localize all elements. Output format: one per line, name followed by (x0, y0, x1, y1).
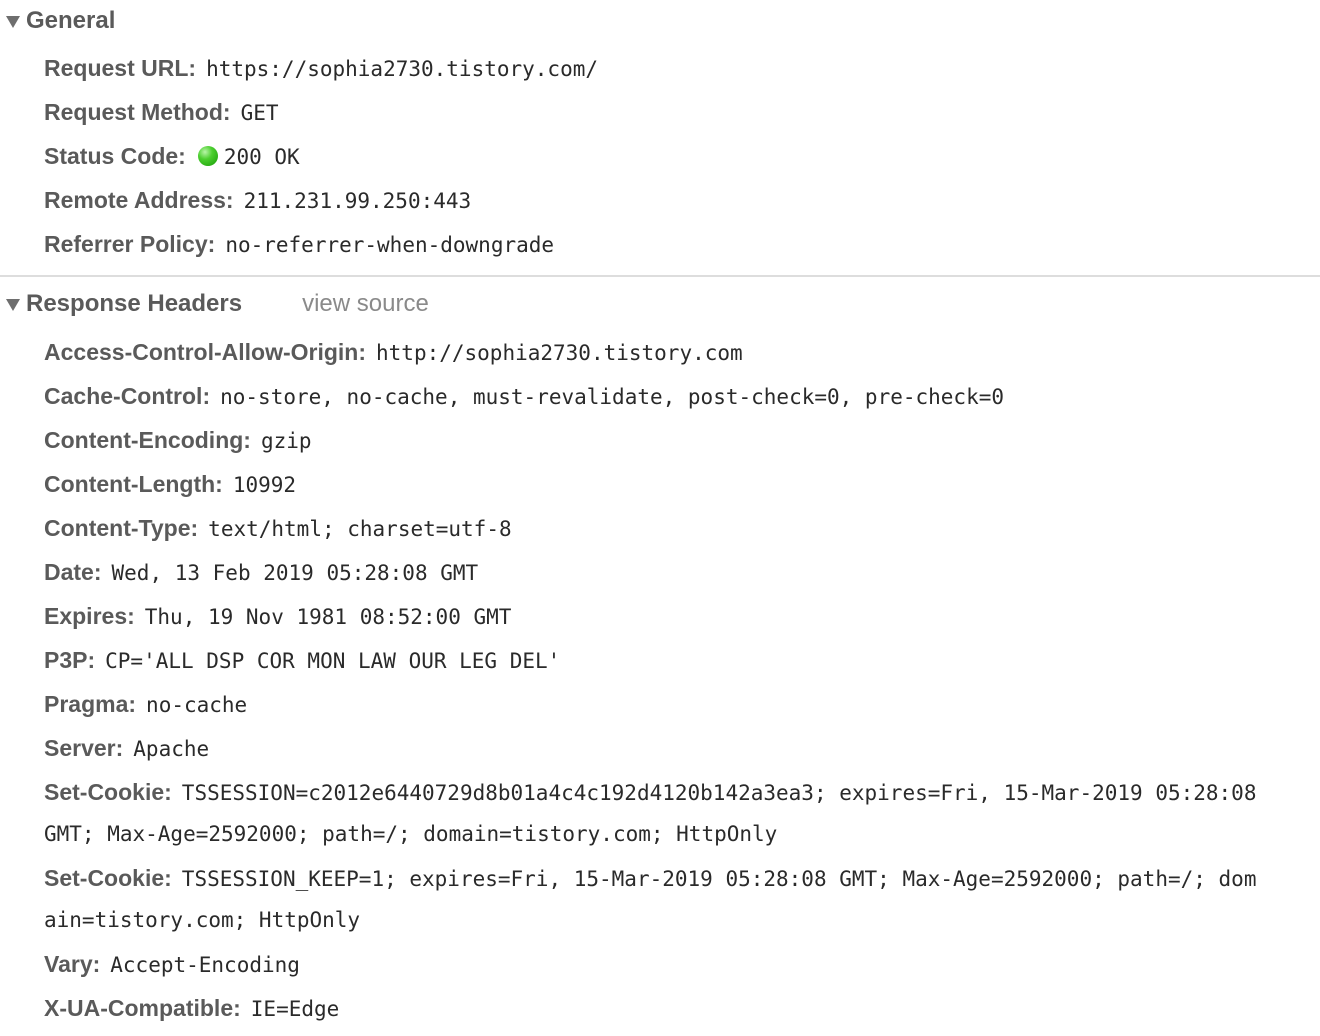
referrer-policy-value: no-referrer-when-downgrade (225, 233, 555, 257)
header-row: Content-Encoding: gzip (44, 425, 1320, 455)
view-source-link[interactable]: view source (302, 290, 429, 318)
header-value: CP='ALL DSP COR MON LAW OUR LEG DEL' (105, 649, 561, 673)
header-key: Expires: (44, 603, 135, 629)
header-key: Cache-Control: (44, 383, 211, 409)
general-title: General (26, 7, 116, 34)
request-url-key: Request URL: (44, 55, 197, 81)
header-value: TSSESSION=c2012e6440729d8b01a4c4c192d412… (181, 781, 1257, 805)
header-key: Set-Cookie: (44, 779, 172, 805)
header-key: Pragma: (44, 691, 137, 717)
request-url-value: https://sophia2730.tistory.com/ (206, 57, 598, 81)
remote-address-row: Remote Address: 211.231.99.250:443 (44, 185, 1320, 215)
header-value-continuation: GMT; Max-Age=2592000; path=/; domain=tis… (44, 819, 1320, 849)
expand-triangle-icon[interactable] (6, 16, 20, 28)
header-value-wrap: GMT; Max-Age=2592000; path=/; domain=tis… (44, 822, 778, 846)
header-key: Set-Cookie: (44, 865, 172, 891)
header-row: Server: Apache (44, 733, 1320, 763)
expand-triangle-icon[interactable] (6, 299, 20, 311)
response-headers-section-header[interactable]: Response Headers view source (6, 289, 429, 319)
header-row: Content-Type: text/html; charset=utf-8 (44, 513, 1320, 543)
header-value: no-store, no-cache, must-revalidate, pos… (220, 385, 1004, 409)
header-key: X-UA-Compatible: (44, 995, 241, 1021)
header-row: Access-Control-Allow-Origin: http://sophi… (44, 337, 1320, 367)
header-value: Apache (133, 737, 210, 761)
status-code-row: Status Code: 200 OK (44, 141, 1320, 171)
header-value: http://sophia2730.tistory.com (376, 341, 743, 365)
remote-address-key: Remote Address: (44, 187, 234, 213)
header-row: Set-Cookie: TSSESSION=c2012e6440729d8b01a… (44, 777, 1320, 807)
header-row: Date: Wed, 13 Feb 2019 05:28:08 GMT (44, 557, 1320, 587)
header-value: IE=Edge (250, 997, 340, 1021)
header-value: Wed, 13 Feb 2019 05:28:08 GMT (111, 561, 479, 585)
header-key: Access-Control-Allow-Origin: (44, 339, 367, 365)
header-row: Cache-Control: no-store, no-cache, must-r… (44, 381, 1320, 411)
request-url-row: Request URL: https://sophia2730.tistory.c… (44, 53, 1320, 83)
header-row: Content-Length: 10992 (44, 469, 1320, 499)
general-section-header[interactable]: General (6, 6, 115, 36)
header-value-wrap: ain=tistory.com; HttpOnly (44, 908, 361, 932)
header-key: P3P: (44, 647, 96, 673)
request-method-key: Request Method: (44, 99, 231, 125)
referrer-policy-key: Referrer Policy: (44, 231, 216, 257)
header-key: Vary: (44, 951, 101, 977)
header-value: gzip (260, 429, 312, 453)
header-key: Content-Type: (44, 515, 199, 541)
header-row: Vary: Accept-Encoding (44, 949, 1320, 979)
remote-address-value: 211.231.99.250:443 (243, 189, 472, 213)
section-divider (0, 275, 1320, 277)
header-value: TSSESSION_KEEP=1; expires=Fri, 15-Mar-20… (181, 867, 1257, 891)
header-key: Content-Encoding: (44, 427, 251, 453)
response-headers-title: Response Headers (26, 290, 243, 317)
status-ok-icon (197, 146, 218, 166)
header-row: Set-Cookie: TSSESSION_KEEP=1; expires=Fri… (44, 863, 1320, 893)
header-value: Accept-Encoding (110, 953, 300, 977)
header-value: no-cache (146, 693, 248, 717)
status-code-key: Status Code: (44, 143, 186, 169)
header-key: Date: (44, 559, 102, 585)
header-value: 10992 (232, 473, 297, 497)
request-method-row: Request Method: GET (44, 97, 1320, 127)
referrer-policy-row: Referrer Policy: no-referrer-when-downgra… (44, 229, 1320, 259)
header-row: P3P: CP='ALL DSP COR MON LAW OUR LEG DEL' (44, 645, 1320, 675)
header-row: Pragma: no-cache (44, 689, 1320, 719)
header-key: Content-Length: (44, 471, 223, 497)
header-row: X-UA-Compatible: IE=Edge (44, 993, 1320, 1023)
header-value: Thu, 19 Nov 1981 08:52:00 GMT (144, 605, 512, 629)
header-value-continuation: ain=tistory.com; HttpOnly (44, 905, 1320, 935)
header-row: Expires: Thu, 19 Nov 1981 08:52:00 GMT (44, 601, 1320, 631)
header-value: text/html; charset=utf-8 (208, 517, 512, 541)
status-code-value: 200 OK (223, 145, 300, 169)
request-method-value: GET (240, 101, 279, 125)
header-key: Server: (44, 735, 124, 761)
